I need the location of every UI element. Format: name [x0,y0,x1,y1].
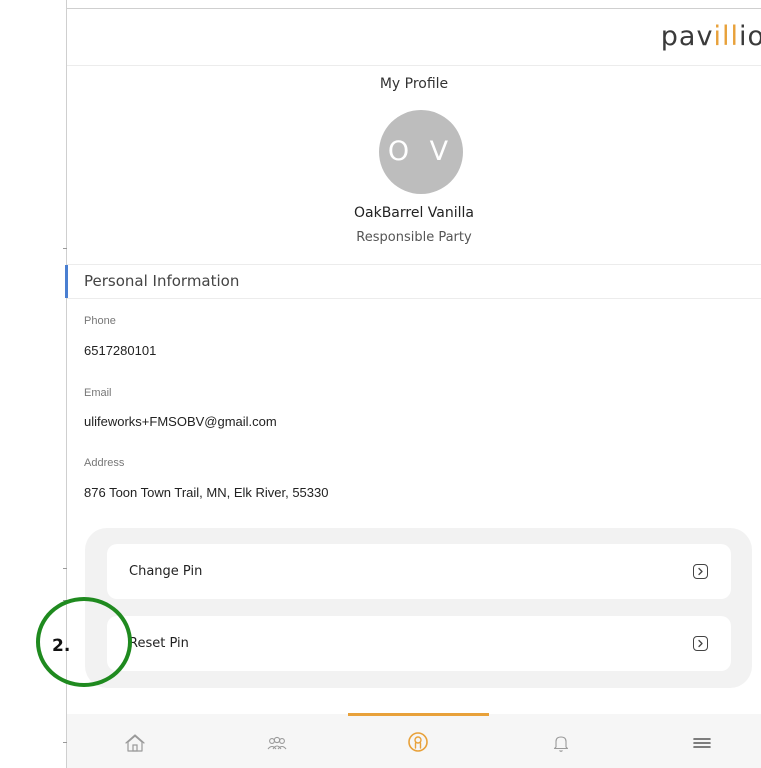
brand-logo-accent: ill [713,21,739,52]
brand-logo-tail: io [738,21,761,52]
nav-menu[interactable] [689,730,715,756]
nav-home[interactable] [122,730,148,756]
section-marker [65,265,68,298]
profile-icon [408,732,428,752]
address-label: Address [84,457,125,469]
avatar: O V [379,110,463,194]
reset-pin-label: Reset Pin [129,636,189,651]
home-icon [125,734,145,752]
annotation-circle [36,597,132,687]
app-header: pavillio [67,9,761,66]
email-value: ulifeworks+FMSOBV@gmail.com [84,414,277,429]
profile-role: Responsible Party [356,230,472,245]
nav-profile[interactable] [405,730,431,756]
personal-information-header: Personal Information [65,264,761,299]
email-label: Email [84,387,112,399]
edge-tick [63,248,67,249]
profile-name: OakBarrel Vanilla [354,205,474,221]
annotation-step-label: 2. [52,636,71,656]
menu-icon [693,738,711,748]
page-title: My Profile [379,76,449,92]
reset-pin-button[interactable]: Reset Pin [107,616,731,671]
chevron-right-icon [693,636,708,651]
section-title: Personal Information [84,272,240,290]
bell-icon [553,736,569,752]
change-pin-button[interactable]: Change Pin [107,544,731,599]
nav-notifications[interactable] [548,730,574,756]
brand-logo-text: pav [660,21,714,52]
change-pin-label: Change Pin [129,564,203,579]
chevron-right-icon [693,564,708,579]
active-tab-indicator [348,713,489,716]
edge-tick [63,568,67,569]
phone-value: 6517280101 [84,343,157,358]
phone-label: Phone [84,315,116,327]
nav-people[interactable] [264,730,290,756]
brand-logo: pavillio [661,21,761,52]
people-icon [267,736,287,750]
address-value: 876 Toon Town Trail, MN, Elk River, 5533… [84,485,329,500]
